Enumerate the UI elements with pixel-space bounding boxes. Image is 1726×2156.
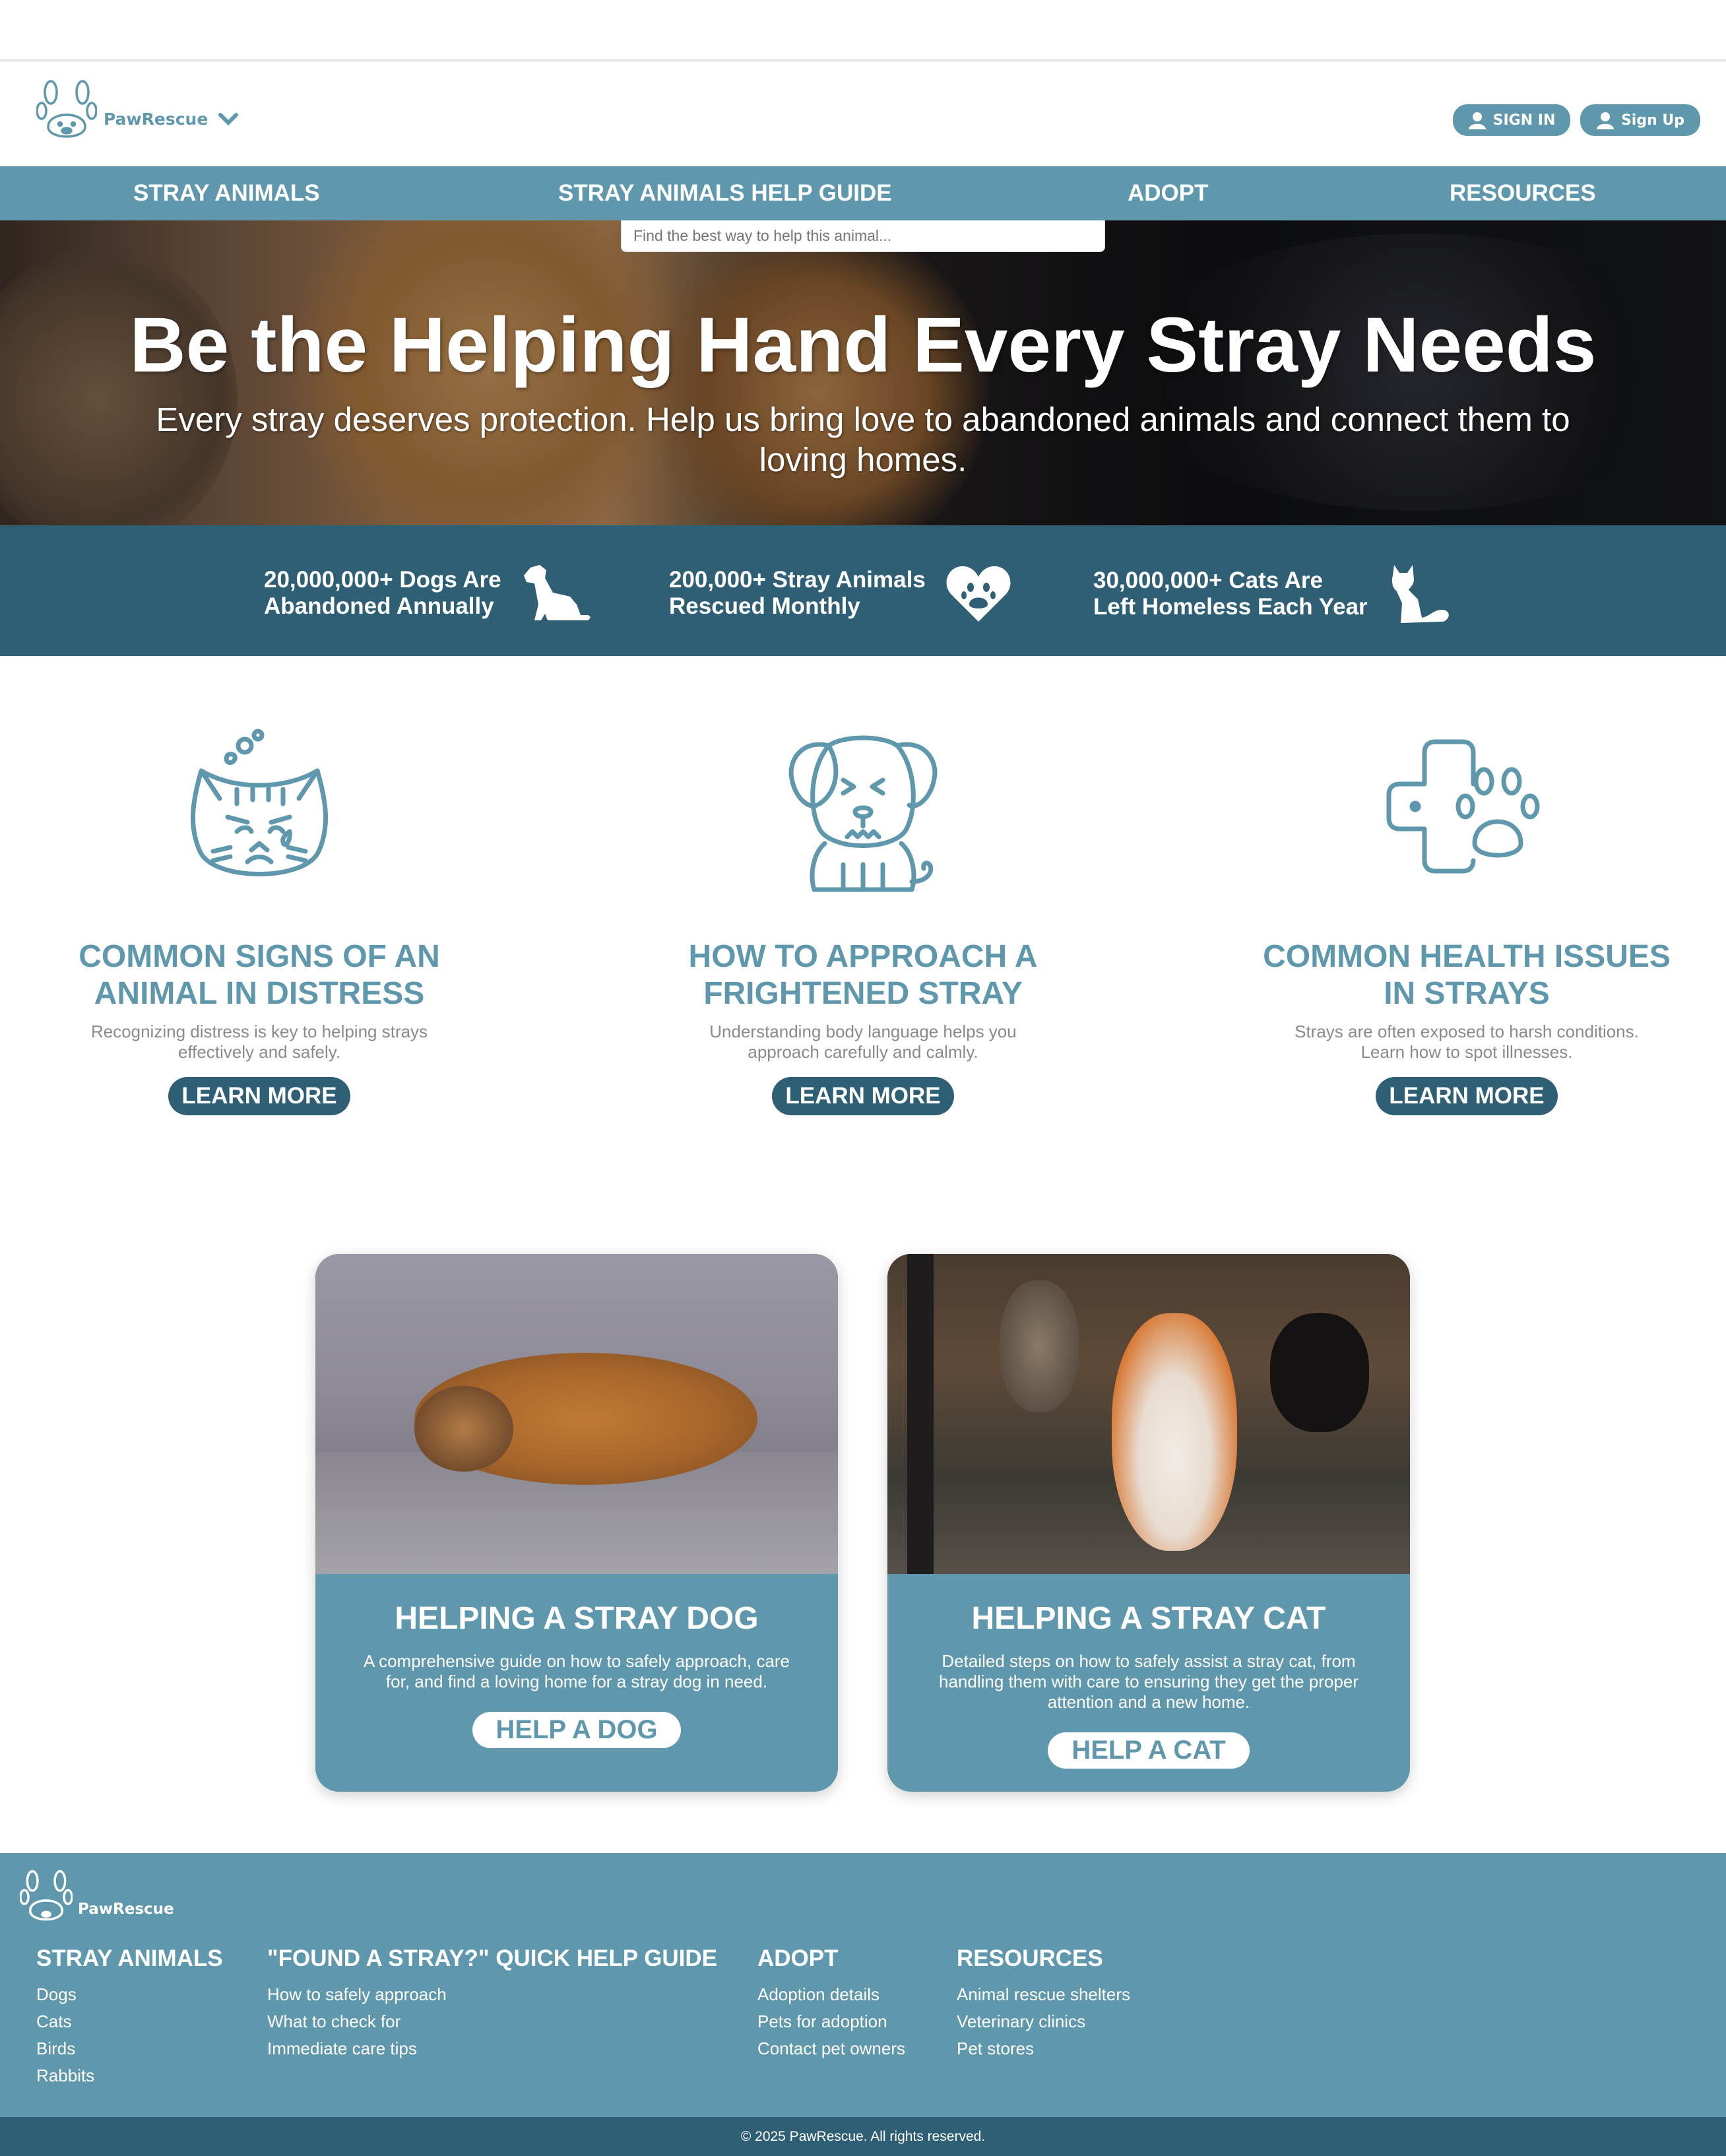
footer-link-birds[interactable]: Birds bbox=[36, 2039, 223, 2058]
footer-col-resources: RESOURCES Animal rescue shelters Veterin… bbox=[957, 1945, 1130, 2058]
site-header: PawRescue SIGN IN Sign Up bbox=[0, 0, 1726, 166]
sign-in-button[interactable]: SIGN IN bbox=[1453, 104, 1570, 136]
orange-white-cat bbox=[1112, 1313, 1237, 1551]
footer-link-pets-for-adoption[interactable]: Pets for adoption bbox=[757, 2012, 905, 2031]
sign-in-label: SIGN IN bbox=[1492, 112, 1556, 129]
black-cat bbox=[1270, 1313, 1369, 1432]
pole bbox=[907, 1254, 934, 1574]
footer-link-shelters[interactable]: Animal rescue shelters bbox=[957, 1985, 1130, 2004]
nav-item-resources[interactable]: RESOURCES bbox=[1450, 166, 1596, 220]
copyright-bar: © 2025 PawRescue. All rights reserved. bbox=[0, 2117, 1726, 2156]
help-a-dog-button[interactable]: HELP A DOG bbox=[472, 1712, 681, 1748]
nav-item-help-guide[interactable]: STRAY ANIMALS HELP GUIDE bbox=[558, 166, 892, 220]
stat-cats: 30,000,000+ Cats Are Left Homeless Each … bbox=[1093, 564, 1454, 624]
chevron-down-icon[interactable] bbox=[218, 112, 239, 125]
footer-col-stray-animals: STRAY ANIMALS Dogs Cats Birds Rabbits bbox=[36, 1945, 223, 2085]
hero-subtitle: Every stray deserves protection. Help us… bbox=[156, 401, 1570, 478]
user-icon bbox=[1468, 112, 1486, 129]
footer-link-contact-owners[interactable]: Contact pet owners bbox=[757, 2039, 905, 2058]
help-cat-desc: Detailed steps on how to safely assist a… bbox=[939, 1651, 1358, 1712]
learn-more-health-button[interactable]: LEARN MORE bbox=[1376, 1077, 1558, 1115]
learn-more-approach-button[interactable]: LEARN MORE bbox=[772, 1077, 954, 1115]
cat-icon bbox=[1391, 565, 1449, 623]
info-title-health: COMMON HEALTH ISSUES IN STRAYS bbox=[1263, 939, 1671, 1011]
footer-heading: ADOPT bbox=[757, 1945, 839, 1971]
stray-dog-photo bbox=[315, 1254, 838, 1574]
info-title-distress: COMMON SIGNS OF AN ANIMAL IN DISTRESS bbox=[79, 939, 440, 1011]
sign-up-label: Sign Up bbox=[1620, 112, 1685, 129]
footer-link-approach[interactable]: How to safely approach bbox=[267, 1985, 717, 2004]
info-desc-distress: Recognizing distress is key to helping s… bbox=[90, 1022, 428, 1062]
footer-link-cats[interactable]: Cats bbox=[36, 2012, 223, 2031]
info-card-approach: HOW TO APPROACH A FRIGHTENED STRAY Under… bbox=[652, 726, 1074, 1115]
footer-link-adoption-details[interactable]: Adoption details bbox=[757, 1985, 905, 2004]
help-cat-title: HELPING A STRAY CAT bbox=[971, 1601, 1326, 1636]
footer-logo[interactable]: PawRescue bbox=[20, 1868, 174, 1923]
stat-dogs-line1: 20,000,000+ Dogs Are bbox=[264, 567, 501, 593]
heart-paw-icon bbox=[946, 566, 1011, 622]
main-nav: STRAY ANIMALS STRAY ANIMALS HELP GUIDE A… bbox=[0, 166, 1726, 220]
stray-cat-photo bbox=[887, 1254, 1410, 1574]
sign-up-button[interactable]: Sign Up bbox=[1580, 104, 1700, 136]
info-desc-health: Strays are often exposed to harsh condit… bbox=[1294, 1022, 1639, 1062]
medical-paw-icon bbox=[1386, 739, 1540, 874]
site-footer: PawRescue STRAY ANIMALS Dogs Cats Birds … bbox=[0, 1853, 1726, 2117]
stat-rescued: 200,000+ Stray Animals Rescued Monthly bbox=[669, 564, 1011, 623]
stat-rescued-line2: Rescued Monthly bbox=[669, 593, 860, 619]
stat-dogs: 20,000,000+ Dogs Are Abandoned Annually bbox=[264, 564, 594, 623]
browser-divider bbox=[0, 59, 1726, 61]
user-icon bbox=[1596, 112, 1614, 129]
stat-rescued-line1: 200,000+ Stray Animals bbox=[669, 567, 926, 593]
paw-logo-icon bbox=[20, 1870, 73, 1921]
footer-heading: RESOURCES bbox=[957, 1945, 1103, 1971]
footer-col-help-guide: "FOUND A STRAY?" QUICK HELP GUIDE How to… bbox=[267, 1945, 717, 2058]
footer-heading: "FOUND A STRAY?" QUICK HELP GUIDE bbox=[267, 1945, 718, 1971]
learn-more-distress-button[interactable]: LEARN MORE bbox=[168, 1077, 350, 1115]
info-card-distress: COMMON SIGNS OF AN ANIMAL IN DISTRESS Re… bbox=[48, 726, 470, 1115]
stat-cats-line1: 30,000,000+ Cats Are bbox=[1093, 568, 1323, 593]
stat-cats-line2: Left Homeless Each Year bbox=[1093, 594, 1368, 620]
dog-icon bbox=[523, 565, 591, 620]
stats-band: 20,000,000+ Dogs Are Abandoned Annually … bbox=[0, 525, 1726, 656]
help-dog-card: HELPING A STRAY DOG A comprehensive guid… bbox=[315, 1254, 838, 1792]
tabby-cat bbox=[1000, 1280, 1079, 1412]
info-title-approach: HOW TO APPROACH A FRIGHTENED STRAY bbox=[688, 939, 1038, 1011]
stat-dogs-line2: Abandoned Annually bbox=[264, 593, 494, 619]
footer-brand-name: PawRescue bbox=[78, 1901, 174, 1918]
nav-item-stray-animals[interactable]: STRAY ANIMALS bbox=[133, 166, 320, 220]
footer-link-care[interactable]: Immediate care tips bbox=[267, 2039, 717, 2058]
scared-dog-icon bbox=[788, 735, 938, 892]
footer-link-dogs[interactable]: Dogs bbox=[36, 1985, 223, 2004]
footer-link-rabbits[interactable]: Rabbits bbox=[36, 2066, 223, 2085]
footer-link-vets[interactable]: Veterinary clinics bbox=[957, 2012, 1130, 2031]
help-dog-title: HELPING A STRAY DOG bbox=[395, 1601, 759, 1636]
footer-link-check[interactable]: What to check for bbox=[267, 2012, 717, 2031]
footer-col-adopt: ADOPT Adoption details Pets for adoption… bbox=[757, 1945, 905, 2058]
info-desc-approach: Understanding body language helps you ap… bbox=[709, 1022, 1017, 1062]
footer-heading: STRAY ANIMALS bbox=[36, 1945, 223, 1971]
search-input[interactable] bbox=[621, 220, 1105, 252]
hero-title: Be the Helping Hand Every Stray Needs bbox=[129, 302, 1597, 389]
info-card-health: COMMON HEALTH ISSUES IN STRAYS Strays ar… bbox=[1256, 726, 1678, 1115]
nav-item-adopt[interactable]: ADOPT bbox=[1128, 166, 1209, 220]
help-a-cat-button[interactable]: HELP A CAT bbox=[1048, 1732, 1250, 1769]
brand-name: PawRescue bbox=[104, 109, 208, 129]
dog-head bbox=[414, 1386, 513, 1472]
brand-logo[interactable]: PawRescue bbox=[36, 78, 239, 140]
sad-cat-icon bbox=[190, 729, 329, 876]
help-dog-desc: A comprehensive guide on how to safely a… bbox=[363, 1651, 790, 1691]
help-cat-card: HELPING A STRAY CAT Detailed steps on ho… bbox=[887, 1254, 1410, 1792]
paw-logo-icon bbox=[36, 80, 97, 138]
footer-link-pet-stores[interactable]: Pet stores bbox=[957, 2039, 1130, 2058]
